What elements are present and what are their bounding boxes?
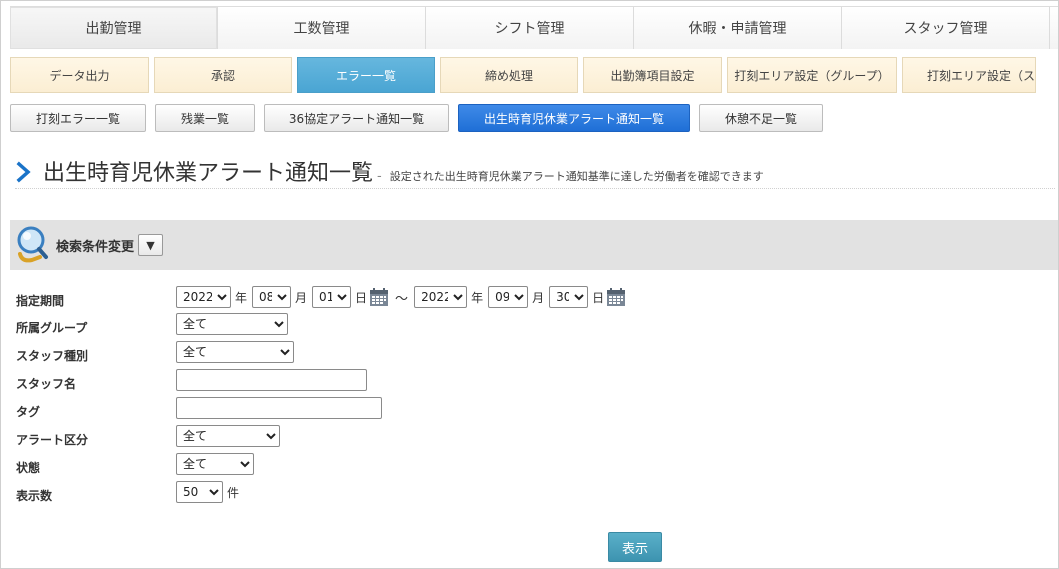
to-year-unit: 年 (471, 290, 484, 305)
status-select[interactable]: 全て (176, 453, 254, 475)
group-label: 所属グループ (16, 321, 88, 335)
page-title: 出生時育児休業アラート通知一覧 (43, 161, 374, 186)
sub-tab-approval[interactable]: 承認 (154, 57, 292, 93)
calendar-icon[interactable] (606, 287, 626, 307)
group-select[interactable]: 全て (176, 313, 288, 335)
tag-input[interactable] (176, 397, 382, 419)
to-year-select[interactable]: 2022 (414, 286, 468, 308)
search-condition-toggle[interactable]: ▼ (138, 234, 164, 256)
sub-tab-timecard-settings[interactable]: 出勤簿項目設定 (583, 57, 722, 93)
overtime-list-button[interactable]: 残業一覧 (155, 104, 255, 132)
agreement36-alert-list-button[interactable]: 36協定アラート通知一覧 (264, 104, 449, 132)
tag-label: タグ (16, 405, 41, 419)
page-description: 設定された出生時育児休業アラート通知基準に達した労働者を確認できます (389, 170, 764, 183)
count-select[interactable]: 50 (176, 481, 223, 503)
count-unit: 件 (227, 485, 240, 500)
from-day-unit: 日 (355, 290, 368, 305)
sub-tab-stamp-area-group[interactable]: 打刻エリア設定（グループ） (727, 57, 897, 93)
error-list-buttons: 打刻エラー一覧 残業一覧 36協定アラート通知一覧 出生時育児休業アラート通知一… (10, 104, 823, 132)
staff-type-select[interactable]: 全て (176, 341, 294, 363)
staff-name-row: スタッフ名 (1, 369, 1058, 393)
stamp-error-list-button[interactable]: 打刻エラー一覧 (10, 104, 146, 132)
staff-name-label: スタッフ名 (16, 377, 77, 391)
from-year-unit: 年 (235, 290, 248, 305)
childcare-leave-alert-list-button[interactable]: 出生時育児休業アラート通知一覧 (458, 104, 690, 132)
status-label: 状態 (16, 461, 41, 475)
alert-type-select[interactable]: 全て (176, 425, 280, 447)
to-day-unit: 日 (592, 290, 605, 305)
title-separator: - (377, 169, 382, 184)
tag-row: タグ (1, 397, 1058, 421)
period-tilde: ～ (395, 291, 409, 307)
period-controls: 2022 年 08 月 01 日 ～ 2022 年 09 月 30 日 (176, 286, 632, 308)
sub-tab-data-export[interactable]: データ出力 (10, 57, 149, 93)
alert-type-row: アラート区分 全て (1, 425, 1058, 449)
top-tab-leave[interactable]: 休暇・申請管理 (634, 7, 842, 49)
top-nav: 出勤管理 工数管理 シフト管理 休暇・申請管理 スタッフ管理 (10, 6, 1058, 49)
chevron-right-icon (16, 161, 31, 182)
status-row: 状態 全て (1, 453, 1058, 477)
top-tab-staff[interactable]: スタッフ管理 (842, 7, 1050, 49)
sub-tab-stamp-area-staff[interactable]: 打刻エリア設定（ス (902, 57, 1036, 93)
magnifier-icon (17, 226, 48, 263)
staff-type-row: スタッフ種別 全て (1, 341, 1058, 365)
break-shortage-list-button[interactable]: 休憩不足一覧 (699, 104, 823, 132)
search-condition-label: 検索条件変更 (56, 239, 135, 255)
top-tab-workhours[interactable]: 工数管理 (218, 7, 426, 49)
to-month-unit: 月 (532, 290, 545, 305)
staff-type-label: スタッフ種別 (16, 349, 89, 363)
to-day-select[interactable]: 30 (549, 286, 589, 308)
top-tab-attendance[interactable]: 出勤管理 (10, 7, 218, 49)
staff-name-input[interactable] (176, 369, 367, 391)
sub-tab-error-list[interactable]: エラー一覧 (297, 57, 435, 93)
app-frame: 出勤管理 工数管理 シフト管理 休暇・申請管理 スタッフ管理 データ出力 承認 … (0, 0, 1059, 569)
from-month-select[interactable]: 08 (252, 286, 292, 308)
period-row: 指定期間 2022 年 08 月 01 日 ～ 2022 年 09 月 30 日 (1, 286, 1058, 310)
sub-nav: データ出力 承認 エラー一覧 締め処理 出勤簿項目設定 打刻エリア設定（グループ… (10, 57, 1036, 93)
calendar-icon[interactable] (369, 287, 389, 307)
top-tab-overflow (1050, 7, 1058, 49)
sub-tab-closing[interactable]: 締め処理 (440, 57, 578, 93)
page-heading: 出生時育児休業アラート通知一覧 - 設定された出生時育児休業アラート通知基準に達… (15, 155, 1055, 189)
alert-type-label: アラート区分 (16, 433, 89, 447)
from-year-select[interactable]: 2022 (176, 286, 231, 308)
period-label: 指定期間 (16, 294, 65, 308)
show-button[interactable]: 表示 (608, 532, 662, 562)
top-tab-shift[interactable]: シフト管理 (426, 7, 634, 49)
count-label: 表示数 (16, 489, 53, 503)
to-month-select[interactable]: 09 (488, 286, 529, 308)
from-day-select[interactable]: 01 (312, 286, 352, 308)
count-row: 表示数 50 件 (1, 481, 1058, 505)
search-condition-bar: 検索条件変更 ▼ (10, 220, 1058, 270)
from-month-unit: 月 (295, 290, 308, 305)
group-row: 所属グループ 全て (1, 313, 1058, 337)
